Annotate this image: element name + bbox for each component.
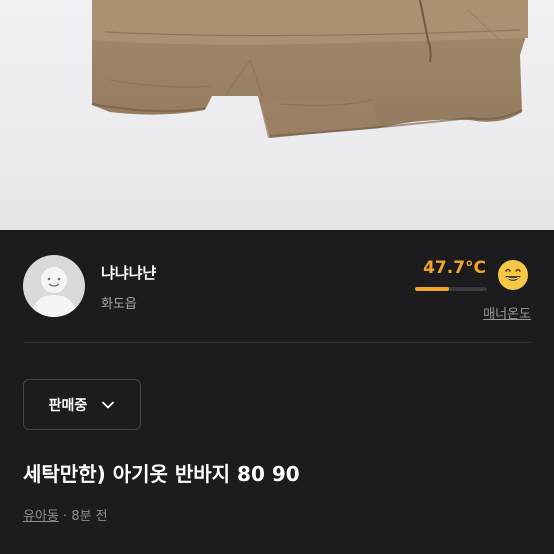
- chevron-down-icon: [102, 401, 115, 408]
- post-time: 8분 전: [71, 509, 108, 524]
- meta-separator: ·: [63, 509, 68, 524]
- seller-nickname[interactable]: 냐냐냐냔: [101, 262, 156, 283]
- seller-location: 화도읍: [101, 297, 137, 312]
- category-link[interactable]: 유아동: [23, 509, 59, 524]
- post-title: 세탁만한) 아기옷 반바지 80 90: [23, 462, 300, 486]
- post-meta: 유아동 · 8분 전: [23, 505, 108, 524]
- smiling-face-icon: [498, 260, 528, 290]
- manner-temperature-bar: [415, 287, 487, 291]
- manner-temperature-value: 47.7°C: [423, 258, 486, 278]
- shorts-image: [91, 0, 528, 138]
- manner-temperature-label[interactable]: 매너온도: [483, 303, 531, 322]
- avatar[interactable]: [23, 255, 85, 317]
- section-divider: [23, 342, 531, 343]
- sale-status-dropdown[interactable]: 판매중: [23, 379, 141, 430]
- sale-status-label: 판매중: [48, 397, 88, 414]
- product-photo[interactable]: [0, 0, 554, 230]
- seller-profile[interactable]: 냐냐냐냔 화도읍 47.7°C 매너온도: [0, 230, 554, 342]
- manner-temperature-fill: [415, 287, 449, 291]
- default-avatar-icon: [31, 267, 77, 317]
